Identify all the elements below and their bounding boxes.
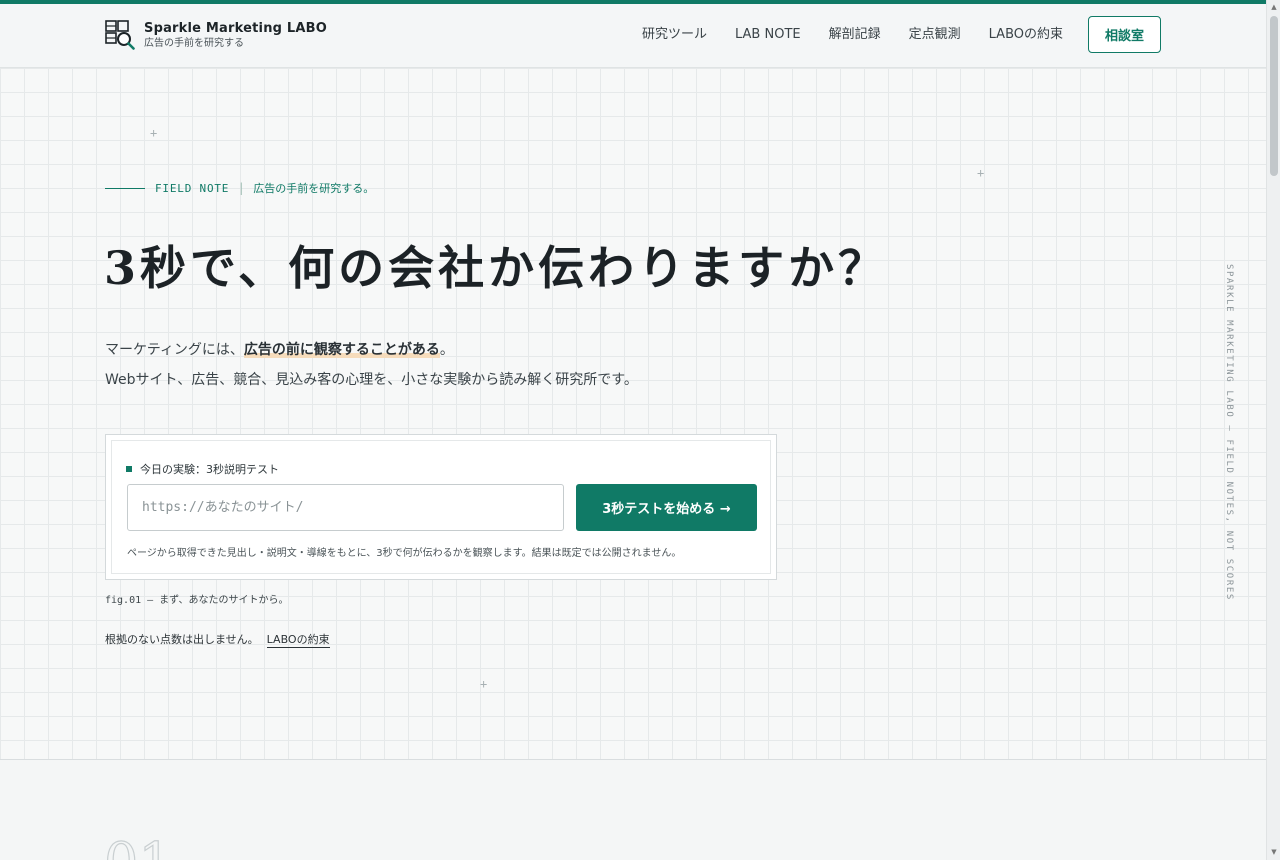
plus-mark: +: [150, 126, 158, 140]
site-url-input[interactable]: [127, 484, 564, 531]
eyebrow-text: 広告の手前を研究する。: [253, 182, 375, 195]
fig-caption: fig.01 — まず、あなたのサイトから。: [105, 595, 289, 606]
scrollbar-thumb[interactable]: [1270, 16, 1278, 176]
plus-mark: +: [977, 166, 985, 180]
brand-name: Sparkle Marketing LABO: [144, 21, 327, 36]
promise-text: 根拠のない点数は出しません。: [105, 633, 259, 646]
site-header: Sparkle Marketing LABO 広告の手前を研究する 研究ツール …: [0, 4, 1266, 68]
consultation-button[interactable]: 相談室: [1088, 16, 1161, 53]
brand[interactable]: Sparkle Marketing LABO 広告の手前を研究する: [144, 21, 327, 50]
section-number: 01: [103, 835, 173, 860]
experiment-label-text: 今日の実験：3秒説明テスト: [140, 463, 279, 476]
arrow-up-icon[interactable]: ▲: [1270, 3, 1278, 11]
promise-line: 根拠のない点数は出しません。 LABOの約束: [105, 631, 330, 648]
lead-text: マーケティングには、: [105, 342, 244, 358]
nav-item-labo-promise[interactable]: LABOの約束: [989, 24, 1063, 46]
arrow-down-icon[interactable]: ▼: [1270, 848, 1278, 856]
nav-item-research-tools[interactable]: 研究ツール: [642, 24, 707, 46]
vertical-side-text: SPARKLE MARKETING LABO — FIELD NOTES, NO…: [1224, 264, 1234, 601]
experiment-card-inner: 今日の実験：3秒説明テスト 3秒テストを始める → ページから取得できた見出し・…: [111, 440, 771, 574]
hero-lead: マーケティングには、広告の前に観察することがある。 Webサイト、広告、競合、見…: [105, 335, 638, 395]
eyebrow: FIELD NOTE | 広告の手前を研究する。: [105, 180, 374, 196]
lead-highlight: 広告の前に観察することがある: [243, 342, 440, 358]
experiment-label: 今日の実験：3秒説明テスト: [126, 461, 279, 477]
square-bullet-icon: [126, 466, 132, 472]
main-nav: 研究ツール LAB NOTE 解剖記録 定点観測 LABOの約束: [642, 24, 1063, 46]
eyebrow-label: FIELD NOTE: [155, 181, 230, 195]
eyebrow-rule: [105, 187, 145, 189]
lead-line-2: Webサイト、広告、競合、見込み客の心理を、小さな実験から読み解く研究所です。: [105, 372, 638, 388]
nav-item-dissection-records[interactable]: 解剖記録: [829, 24, 881, 46]
start-test-button[interactable]: 3秒テストを始める →: [576, 484, 757, 531]
promise-link[interactable]: LABOの約束: [266, 631, 330, 648]
hero-section: + + +: [0, 68, 1266, 760]
experiment-card: 今日の実験：3秒説明テスト 3秒テストを始める → ページから取得できた見出し・…: [105, 434, 777, 580]
logo-icon[interactable]: [105, 20, 135, 50]
brand-tagline: 広告の手前を研究する: [144, 38, 244, 49]
experiment-note: ページから取得できた見出し・説明文・導線をもとに、3秒で何が伝わるかを観察します…: [127, 548, 682, 559]
nav-item-fixed-observation[interactable]: 定点観測: [909, 24, 961, 46]
hero-title: 3秒で、何の会社か伝わりますか？: [104, 241, 889, 295]
lead-text: 。: [439, 342, 454, 358]
scrollbar[interactable]: ▲ ▼: [1266, 0, 1280, 860]
eyebrow-separator: |: [239, 181, 244, 195]
lead-line-1: マーケティングには、広告の前に観察することがある。: [105, 335, 638, 365]
nav-item-lab-note[interactable]: LAB NOTE: [735, 24, 801, 46]
plus-mark: +: [480, 677, 488, 691]
